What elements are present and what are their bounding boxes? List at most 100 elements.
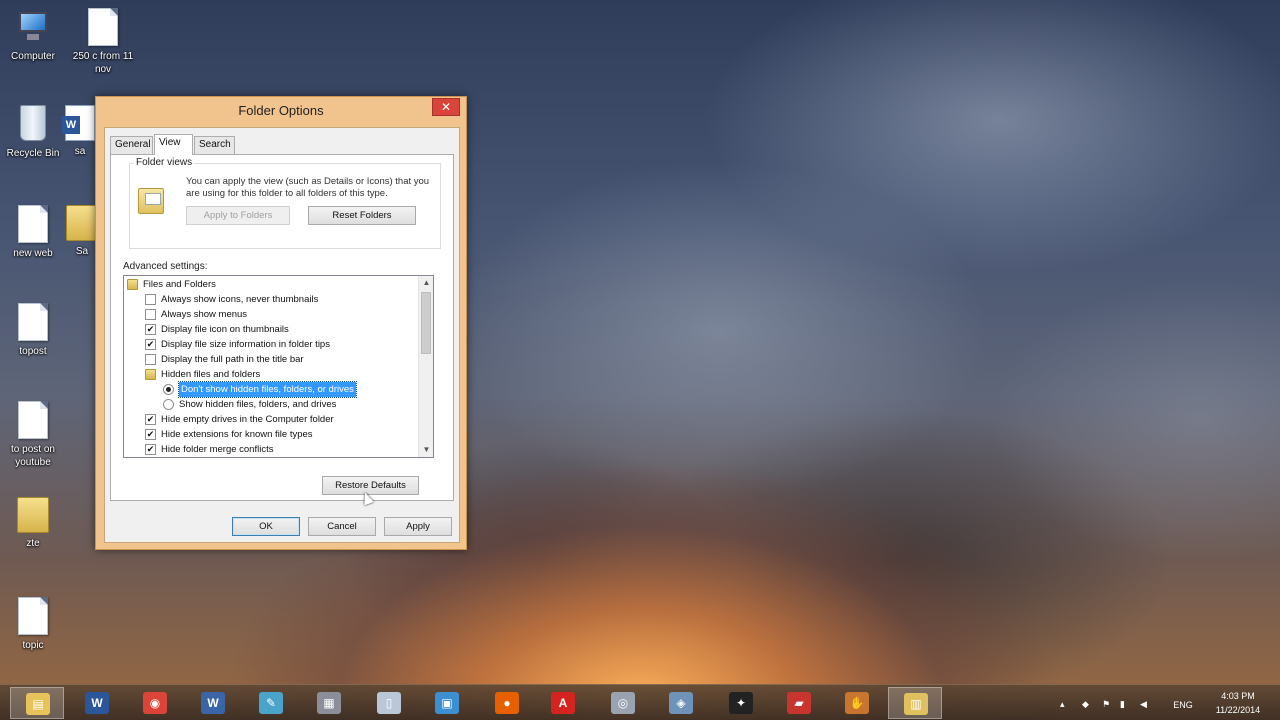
folder-view-icon xyxy=(138,188,164,214)
taskbar-item-notepad[interactable]: ✎ xyxy=(244,687,298,719)
scroll-down-icon[interactable]: ▼ xyxy=(419,443,433,457)
checkbox[interactable] xyxy=(145,294,156,305)
document-icon xyxy=(18,597,48,635)
taskbar-item-word-document[interactable]: W xyxy=(186,687,240,719)
folder-options-dialog: Folder Options ✕ General View Search Fol… xyxy=(95,96,467,550)
tray-flag-icon[interactable]: ⚑ xyxy=(1102,699,1110,710)
tree-checkbox-row[interactable]: ✔ Hide empty drives in the Computer folde… xyxy=(124,412,416,427)
folder-views-label: Folder views xyxy=(134,157,195,168)
scroll-thumb[interactable] xyxy=(421,292,431,354)
desktop-icon-label: topic xyxy=(22,640,44,651)
close-button[interactable]: ✕ xyxy=(432,98,460,116)
runner-icon: ✦ xyxy=(729,692,753,714)
taskbar-item-paint[interactable]: ▦ xyxy=(302,687,356,719)
tree-group-row[interactable]: Hidden files and folders xyxy=(124,367,416,382)
tree-checkbox-row[interactable]: ✔ Hide extensions for known file types xyxy=(124,427,416,442)
checkbox[interactable] xyxy=(145,309,156,320)
tree-row-label: Always show icons, never thumbnails xyxy=(161,294,319,305)
tree-row-label: Files and Folders xyxy=(143,279,216,290)
tree-checkbox-row[interactable]: Always show icons, never thumbnails xyxy=(124,292,416,307)
tab-search[interactable]: Search xyxy=(194,136,235,154)
apply-to-folders-button[interactable]: Apply to Folders xyxy=(186,206,290,225)
desktop-icon-label: to post on youtube xyxy=(11,444,55,468)
desktop-icon-recycle-bin[interactable]: Recycle Bin xyxy=(0,105,66,160)
tree-checkbox-row[interactable]: ✔ Hide folder merge conflicts xyxy=(124,442,416,457)
taskbar-item-document[interactable]: ▯ xyxy=(362,687,416,719)
checkbox[interactable]: ✔ xyxy=(145,339,156,350)
desktop-icon-topost[interactable]: topost xyxy=(0,303,66,358)
taskbar-item-word[interactable]: W xyxy=(70,687,124,719)
checkbox[interactable]: ✔ xyxy=(145,444,156,455)
apply-button[interactable]: Apply xyxy=(384,517,452,536)
desktop-icon-zte[interactable]: zte xyxy=(0,497,66,550)
folder-icon xyxy=(145,369,156,380)
radio-button[interactable] xyxy=(163,384,174,395)
taskbar-item-firefox[interactable]: ● xyxy=(480,687,534,719)
tree-row-label: Don't show hidden files, folders, or dri… xyxy=(178,381,357,398)
tree-row-label: Display file size information in folder … xyxy=(161,339,330,350)
tree-checkbox-row[interactable]: Always show menus xyxy=(124,307,416,322)
tree-checkbox-row[interactable]: ✔ Display file size information in folder… xyxy=(124,337,416,352)
media-icon: ◈ xyxy=(669,692,693,714)
tree-checkbox-row[interactable]: Display the full path in the title bar xyxy=(124,352,416,367)
view-tab-panel: Folder views You can apply the view (suc… xyxy=(110,154,454,501)
taskbar-item-folder-options[interactable]: ▥ xyxy=(888,687,942,719)
volume-icon[interactable]: ◀ xyxy=(1140,699,1147,710)
webcam-icon: ◎ xyxy=(611,692,635,714)
taskbar-item-file-explorer[interactable]: ▤ xyxy=(10,687,64,719)
taskbar-item-toolbox[interactable]: ▰ xyxy=(772,687,826,719)
tab-general[interactable]: General xyxy=(110,136,153,154)
tree-radio-row[interactable]: Show hidden files, folders, and drives xyxy=(124,397,416,412)
desktop-icon-label: zte xyxy=(26,538,40,549)
desktop-icon-new-web[interactable]: new web xyxy=(0,205,66,260)
desktop-icon-label: Recycle Bin xyxy=(6,148,60,159)
network-status-icon[interactable]: ▮ xyxy=(1120,699,1125,710)
taskbar-item-acrobat[interactable]: A xyxy=(536,687,590,719)
document-icon xyxy=(88,8,118,46)
tray-app-icon[interactable]: ◆ xyxy=(1082,699,1089,710)
taskbar-item-glove[interactable]: ✋ xyxy=(830,687,884,719)
tree-group-row[interactable]: Files and Folders xyxy=(124,277,416,292)
clock-time[interactable]: 4:03 PM xyxy=(1200,691,1276,701)
tree-radio-row[interactable]: Don't show hidden files, folders, or dri… xyxy=(124,381,416,398)
tree-row-label: Hidden files and folders xyxy=(161,369,261,380)
desktop-icon-to-post-on-youtube[interactable]: to post on youtube xyxy=(0,401,66,469)
folder-icon xyxy=(17,497,49,533)
desktop-icon-computer[interactable]: Computer xyxy=(0,8,66,63)
desktop-icon-250c[interactable]: 250 c from 11 nov xyxy=(70,8,136,76)
taskbar-item-network[interactable]: ▣ xyxy=(420,687,474,719)
checkbox[interactable] xyxy=(145,354,156,365)
desktop-icon-sa-doc[interactable]: W sa xyxy=(60,105,100,158)
cancel-button[interactable]: Cancel xyxy=(308,517,376,536)
tree-scrollbar[interactable]: ▲ ▼ xyxy=(418,276,433,457)
desktop-icon-topic[interactable]: topic xyxy=(0,597,66,652)
dialog-title-bar[interactable]: Folder Options ✕ xyxy=(96,97,466,125)
ok-button[interactable]: OK xyxy=(232,517,300,536)
advanced-settings-tree[interactable]: Files and Folders Always show icons, neve… xyxy=(123,275,434,458)
scroll-up-icon[interactable]: ▲ xyxy=(419,276,433,290)
clock-date[interactable]: 11/22/2014 xyxy=(1200,705,1276,715)
checkbox[interactable]: ✔ xyxy=(145,324,156,335)
reset-folders-button[interactable]: Reset Folders xyxy=(308,206,416,225)
show-hidden-icons-icon[interactable]: ▴ xyxy=(1060,699,1065,710)
radio-button[interactable] xyxy=(163,399,174,410)
taskbar-item-webcam[interactable]: ◎ xyxy=(596,687,650,719)
acrobat-icon: A xyxy=(551,692,575,714)
taskbar-item-chrome[interactable]: ◉ xyxy=(128,687,182,719)
taskbar-item-media[interactable]: ◈ xyxy=(654,687,708,719)
tree-checkbox-row[interactable]: ✔ Display file icon on thumbnails xyxy=(124,322,416,337)
tab-view[interactable]: View xyxy=(154,134,193,155)
folder-views-group: Folder views You can apply the view (suc… xyxy=(129,157,441,249)
folder-views-description: You can apply the view (such as Details … xyxy=(186,176,430,199)
desktop-icon-label: sa xyxy=(74,146,86,157)
language-indicator[interactable]: ENG xyxy=(1168,700,1198,710)
desktop-icon-label: new web xyxy=(13,248,53,259)
word-document-icon: W xyxy=(201,692,225,714)
checkbox[interactable]: ✔ xyxy=(145,429,156,440)
dialog-title: Folder Options xyxy=(238,103,324,118)
dialog-client-area: General View Search Folder views You can… xyxy=(104,127,460,543)
document-icon: ▯ xyxy=(377,692,401,714)
taskbar-item-runner[interactable]: ✦ xyxy=(714,687,768,719)
checkbox[interactable]: ✔ xyxy=(145,414,156,425)
tree-row-label: Show hidden files, folders, and drives xyxy=(179,399,337,410)
